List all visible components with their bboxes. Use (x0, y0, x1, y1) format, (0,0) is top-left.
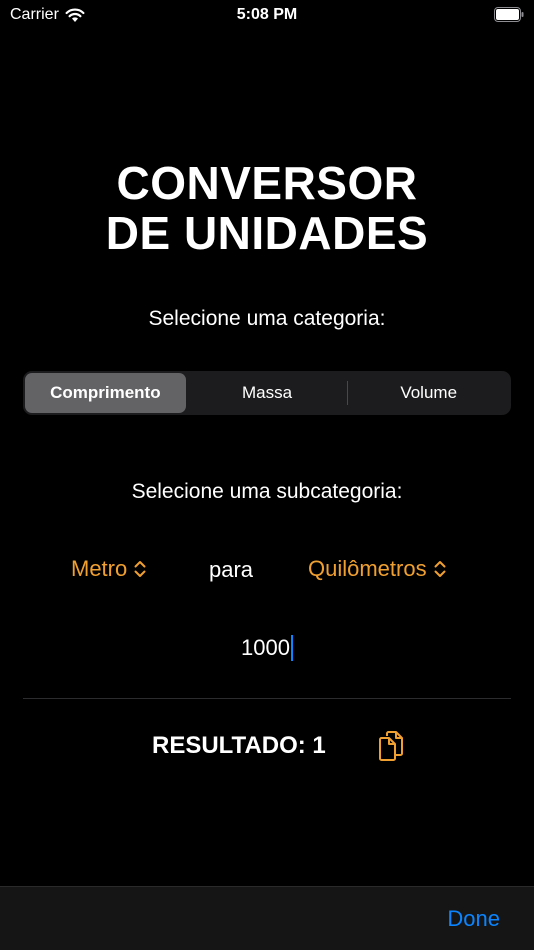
status-time: 5:08 PM (236, 6, 298, 23)
result-row: RESULTADO: 1 (0, 728, 534, 764)
category-segmented-control[interactable]: Comprimento Massa Volume (23, 371, 511, 415)
converter-screen: Carrier 5:08 PM CONVERSOR DE UNIDADES Se… (0, 0, 534, 950)
category-label: Selecione uma categoria: (148, 307, 386, 330)
result-text: RESULTADO: 1 (152, 732, 326, 759)
chevron-up-down-icon (134, 561, 146, 577)
status-bar: Carrier 5:08 PM (0, 0, 534, 30)
from-unit-picker[interactable]: Metro (71, 556, 147, 582)
value-input[interactable]: 1000 (0, 632, 534, 664)
segment-massa[interactable]: Massa (187, 373, 348, 413)
to-unit-picker[interactable]: Quilômetros (308, 556, 447, 582)
chevron-up-down-icon (434, 561, 446, 577)
keyboard-toolbar: Done (0, 886, 534, 950)
page-title-line-2: DE UNIDADES (105, 207, 429, 259)
from-unit-label: Metro (71, 556, 128, 581)
page-title: CONVERSOR DE UNIDADES (0, 158, 534, 258)
to-unit-label: Quilômetros (308, 556, 427, 581)
segment-volume[interactable]: Volume (348, 373, 509, 413)
copy-icon[interactable] (377, 730, 405, 762)
value-input-text: 1000 (241, 635, 290, 660)
subcategory-label: Selecione uma subcategoria: (131, 480, 403, 503)
done-button[interactable]: Done (447, 906, 500, 932)
divider (23, 698, 511, 699)
text-caret (290, 635, 293, 661)
connector-label: para (209, 557, 254, 582)
battery-icon (494, 7, 524, 22)
page-title-line-1: CONVERSOR (116, 157, 418, 209)
segment-comprimento[interactable]: Comprimento (25, 373, 186, 413)
